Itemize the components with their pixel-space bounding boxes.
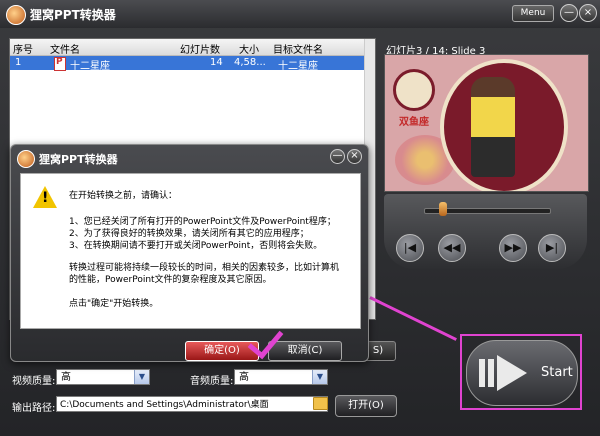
- seek-thumb[interactable]: [439, 202, 447, 216]
- app-title: 狸窝PPT转换器: [30, 8, 116, 22]
- dialog-title: 狸窝PPT转换器: [39, 153, 118, 166]
- title-bar: 狸窝PPT转换器 Menu — ×: [0, 0, 600, 28]
- app-logo-icon: [6, 5, 26, 25]
- chevron-down-icon[interactable]: ▼: [312, 370, 327, 384]
- col-filename[interactable]: 文件名: [50, 41, 80, 56]
- start-label: Start: [541, 365, 573, 380]
- menu-button[interactable]: Menu: [512, 5, 554, 22]
- table-row[interactable]: 1 十二星座 14 4,58... 十二星座: [10, 56, 375, 72]
- audio-quality-select[interactable]: 高 ▼: [234, 369, 328, 385]
- audio-quality-value: 高: [239, 372, 249, 383]
- next-slide-button[interactable]: ▶▶: [499, 234, 527, 262]
- chevron-down-icon[interactable]: ▼: [134, 370, 149, 384]
- ppt-file-icon: [54, 57, 66, 71]
- start-bar-icon: [479, 359, 485, 387]
- video-quality-value: 高: [61, 372, 71, 383]
- cancel-button[interactable]: 取消(C): [268, 341, 342, 361]
- col-slides[interactable]: 幻灯片数: [180, 41, 220, 56]
- row-size: 4,58...: [234, 57, 266, 68]
- app-logo-icon: [17, 150, 35, 168]
- first-slide-button[interactable]: |◀: [396, 234, 424, 262]
- slide-clock-graphic: [393, 69, 435, 111]
- slide-caption: 双鱼座: [399, 117, 429, 128]
- play-arrow-icon: [497, 355, 527, 391]
- open-folder-button[interactable]: 打开(O): [335, 395, 397, 417]
- col-size[interactable]: 大小: [239, 41, 259, 56]
- prev-slide-button[interactable]: ◀◀: [438, 234, 466, 262]
- last-slide-button[interactable]: ▶|: [538, 234, 566, 262]
- folder-icon[interactable]: [313, 397, 328, 410]
- row-filename: 十二星座: [70, 61, 110, 72]
- dialog-line: 点击"确定"开始转换。: [69, 299, 159, 309]
- start-highlight-box: Start: [460, 334, 582, 410]
- slide-photo: [471, 77, 515, 177]
- col-index[interactable]: 序号: [13, 41, 33, 56]
- row-index: 1: [15, 57, 22, 68]
- warning-mark: !: [42, 190, 49, 206]
- video-quality-select[interactable]: 高 ▼: [56, 369, 150, 385]
- dialog-minimize-button[interactable]: —: [330, 149, 345, 164]
- video-quality-label: 视频质量:: [12, 376, 56, 387]
- row-slides: 14: [210, 57, 223, 68]
- col-target[interactable]: 目标文件名: [273, 41, 323, 56]
- dialog-close-button[interactable]: ×: [347, 149, 362, 164]
- slide-preview: 双鱼座: [384, 54, 589, 192]
- close-button[interactable]: ×: [579, 4, 597, 22]
- audio-quality-label: 音频质量:: [190, 376, 234, 387]
- output-path-label: 输出路径:: [12, 403, 56, 414]
- dialog-body: ! 在开始转换之前，请确认： 1、您已经关闭了所有打开的PowerPoint文件…: [20, 173, 361, 329]
- output-path-input[interactable]: C:\Documents and Settings\Administrator\…: [56, 396, 328, 412]
- annotation-arrow: [369, 296, 457, 341]
- confirm-dialog: 狸窝PPT转换器 — × ! 在开始转换之前，请确认： 1、您已经关闭了所有打开…: [10, 144, 369, 362]
- start-button[interactable]: Start: [466, 340, 578, 406]
- minimize-button[interactable]: —: [560, 4, 578, 22]
- row-target: 十二星座: [278, 61, 318, 72]
- start-bar-icon: [488, 359, 494, 387]
- dialog-line: 3、在转换期间请不要打开或关闭PowerPoint，否则将会失败。: [69, 241, 323, 251]
- player-controls: |◀ ◀◀ ▶▶ ▶|: [384, 194, 587, 269]
- dialog-line: 的性能，PowerPoint文件的复杂程度及其它原因。: [69, 275, 272, 285]
- dialog-line: 在开始转换之前，请确认：: [69, 191, 178, 201]
- app-window: 狸窝PPT转换器 Menu — × 序号 文件名 幻灯片数 大小 目标文件名 1…: [0, 0, 600, 436]
- ok-button[interactable]: 确定(O): [185, 341, 259, 361]
- file-list-header: 序号 文件名 幻灯片数 大小 目标文件名: [10, 39, 375, 56]
